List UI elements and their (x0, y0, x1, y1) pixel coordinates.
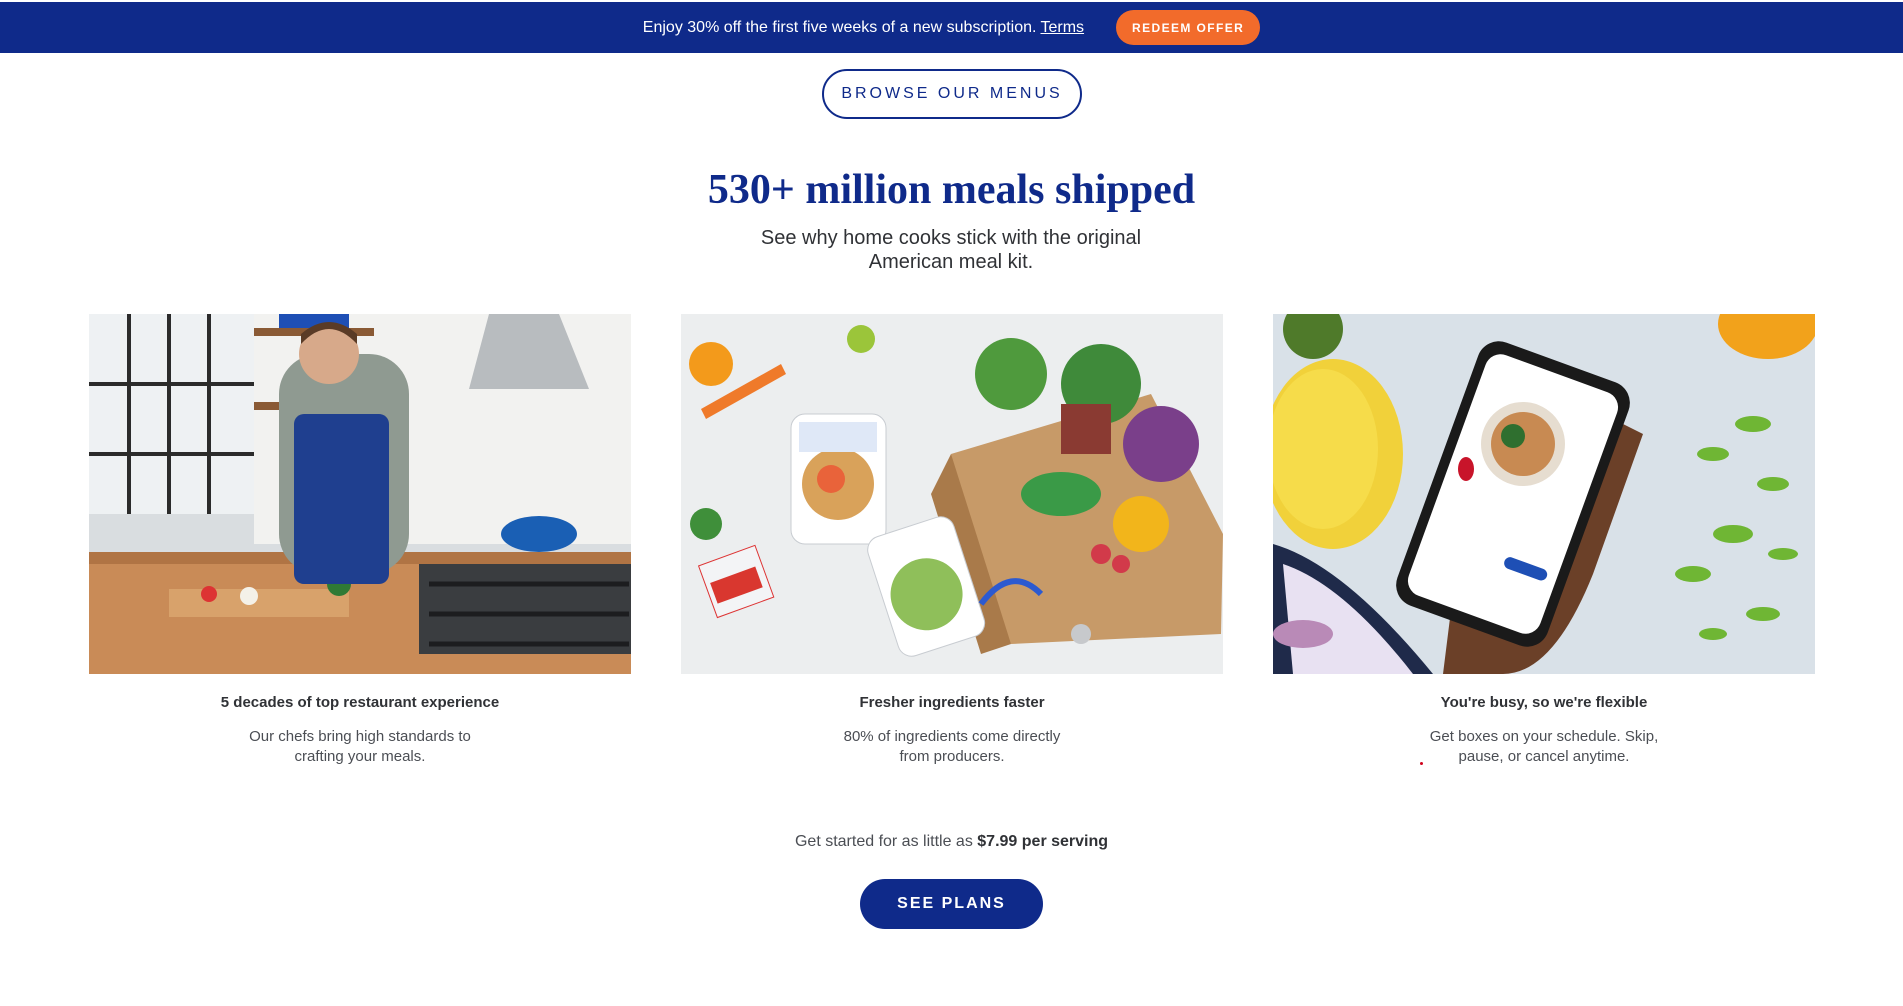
terms-link[interactable]: Terms (1040, 19, 1084, 36)
page-title: 530+ million meals shipped (707, 167, 1196, 213)
feature-title: You're busy, so we're flexible (1440, 694, 1648, 711)
promo-text: Enjoy 30% off the first five weeks of a … (643, 19, 1084, 37)
feature-card: You're busy, so we're flexible Get boxes… (1273, 314, 1815, 767)
ingredients-box-image (681, 314, 1223, 674)
feature-card: Fresher ingredients faster 80% of ingred… (681, 314, 1223, 767)
pricing-prefix: Get started for as little as (794, 833, 973, 850)
feature-description: Our chefs bring high standards to crafti… (249, 728, 471, 765)
chef-cooking-illustration (89, 314, 631, 674)
pricing-amount: $7.99 per serving (977, 833, 1109, 850)
page-subtitle: See why home cooks stick with the origin… (760, 227, 1142, 273)
see-plans-button[interactable]: SEE PLANS (860, 879, 1043, 929)
promo-banner: Enjoy 30% off the first five weeks of a … (0, 2, 1903, 53)
feature-title: 5 decades of top restaurant experience (220, 694, 500, 711)
redeem-offer-button[interactable]: REDEEM OFFER (1116, 10, 1261, 45)
browse-menus-button[interactable]: BROWSE OUR MENUS (822, 69, 1082, 119)
stray-dot (1420, 762, 1423, 765)
phone-app-illustration (1273, 314, 1815, 674)
feature-description: Get boxes on your schedule. Skip, pause,… (1429, 728, 1659, 765)
phone-app-image (1273, 314, 1815, 674)
feature-title: Fresher ingredients faster (859, 694, 1045, 711)
chef-cooking-image (89, 314, 631, 674)
feature-card: 5 decades of top restaurant experience O… (89, 314, 631, 767)
pricing-text: Get started for as little as $7.99 per s… (0, 833, 1903, 851)
feature-description: 80% of ingredients come directly from pr… (843, 728, 1061, 765)
ingredients-box-illustration (681, 314, 1223, 674)
promo-message: Enjoy 30% off the first five weeks of a … (642, 18, 1037, 36)
